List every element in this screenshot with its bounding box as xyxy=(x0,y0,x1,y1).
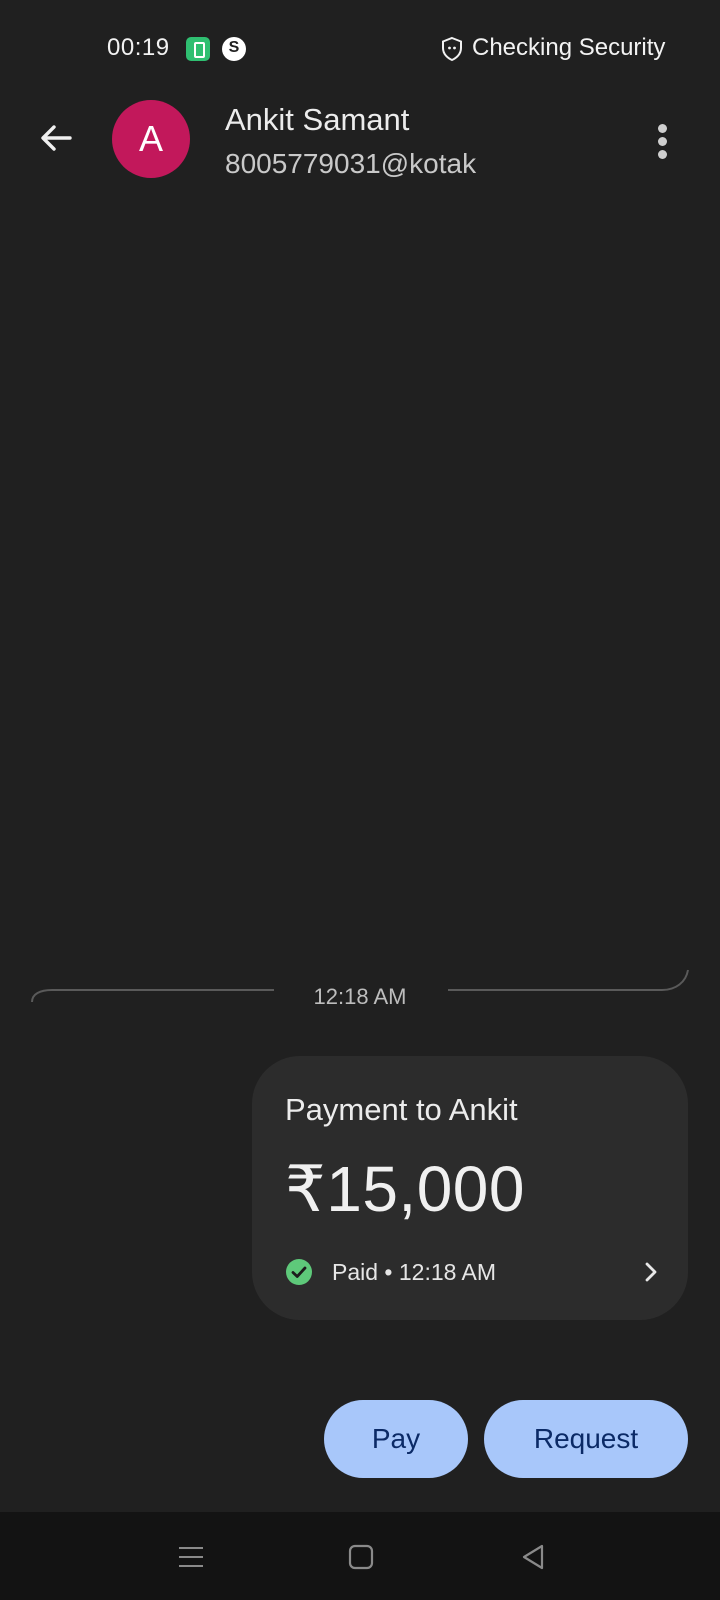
security-status-text: Checking Security xyxy=(472,34,666,61)
status-bar: 00:19 Checking Security xyxy=(0,0,720,96)
payment-status-text: Paid • 12:18 AM xyxy=(332,1259,497,1285)
pay-button[interactable]: Pay xyxy=(324,1400,468,1478)
payment-status-row: Paid • 12:18 AM xyxy=(285,1258,665,1288)
avatar[interactable]: A xyxy=(112,100,190,178)
home-square-icon[interactable] xyxy=(346,1542,376,1572)
shazam-icon xyxy=(222,37,246,61)
payment-amount: ₹15,000 xyxy=(285,1153,525,1225)
message-timestamp: 12:18 AM xyxy=(313,984,407,1009)
request-button[interactable]: Request xyxy=(484,1400,688,1478)
back-arrow-icon[interactable] xyxy=(34,116,78,160)
time-divider: 12:18 AM xyxy=(0,962,720,1012)
recents-menu-icon[interactable] xyxy=(176,1542,206,1572)
shield-icon xyxy=(442,36,462,62)
back-triangle-icon[interactable] xyxy=(518,1542,548,1572)
payment-title: Payment to Ankit xyxy=(285,1092,518,1127)
contact-upi-id: 8005779031@kotak xyxy=(225,148,477,179)
chat-header: A Ankit Samant 8005779031@kotak xyxy=(0,96,720,206)
battery-saver-icon xyxy=(186,37,210,61)
system-nav-bar xyxy=(0,1512,720,1600)
more-vert-icon[interactable] xyxy=(650,124,674,164)
status-time: 00:19 xyxy=(107,34,170,61)
contact-name[interactable]: Ankit Samant xyxy=(225,102,409,138)
check-circle-icon xyxy=(286,1259,312,1285)
chevron-right-icon[interactable] xyxy=(637,1258,665,1286)
payment-card[interactable]: Payment to Ankit ₹15,000 Paid • 12:18 AM xyxy=(252,1056,688,1320)
